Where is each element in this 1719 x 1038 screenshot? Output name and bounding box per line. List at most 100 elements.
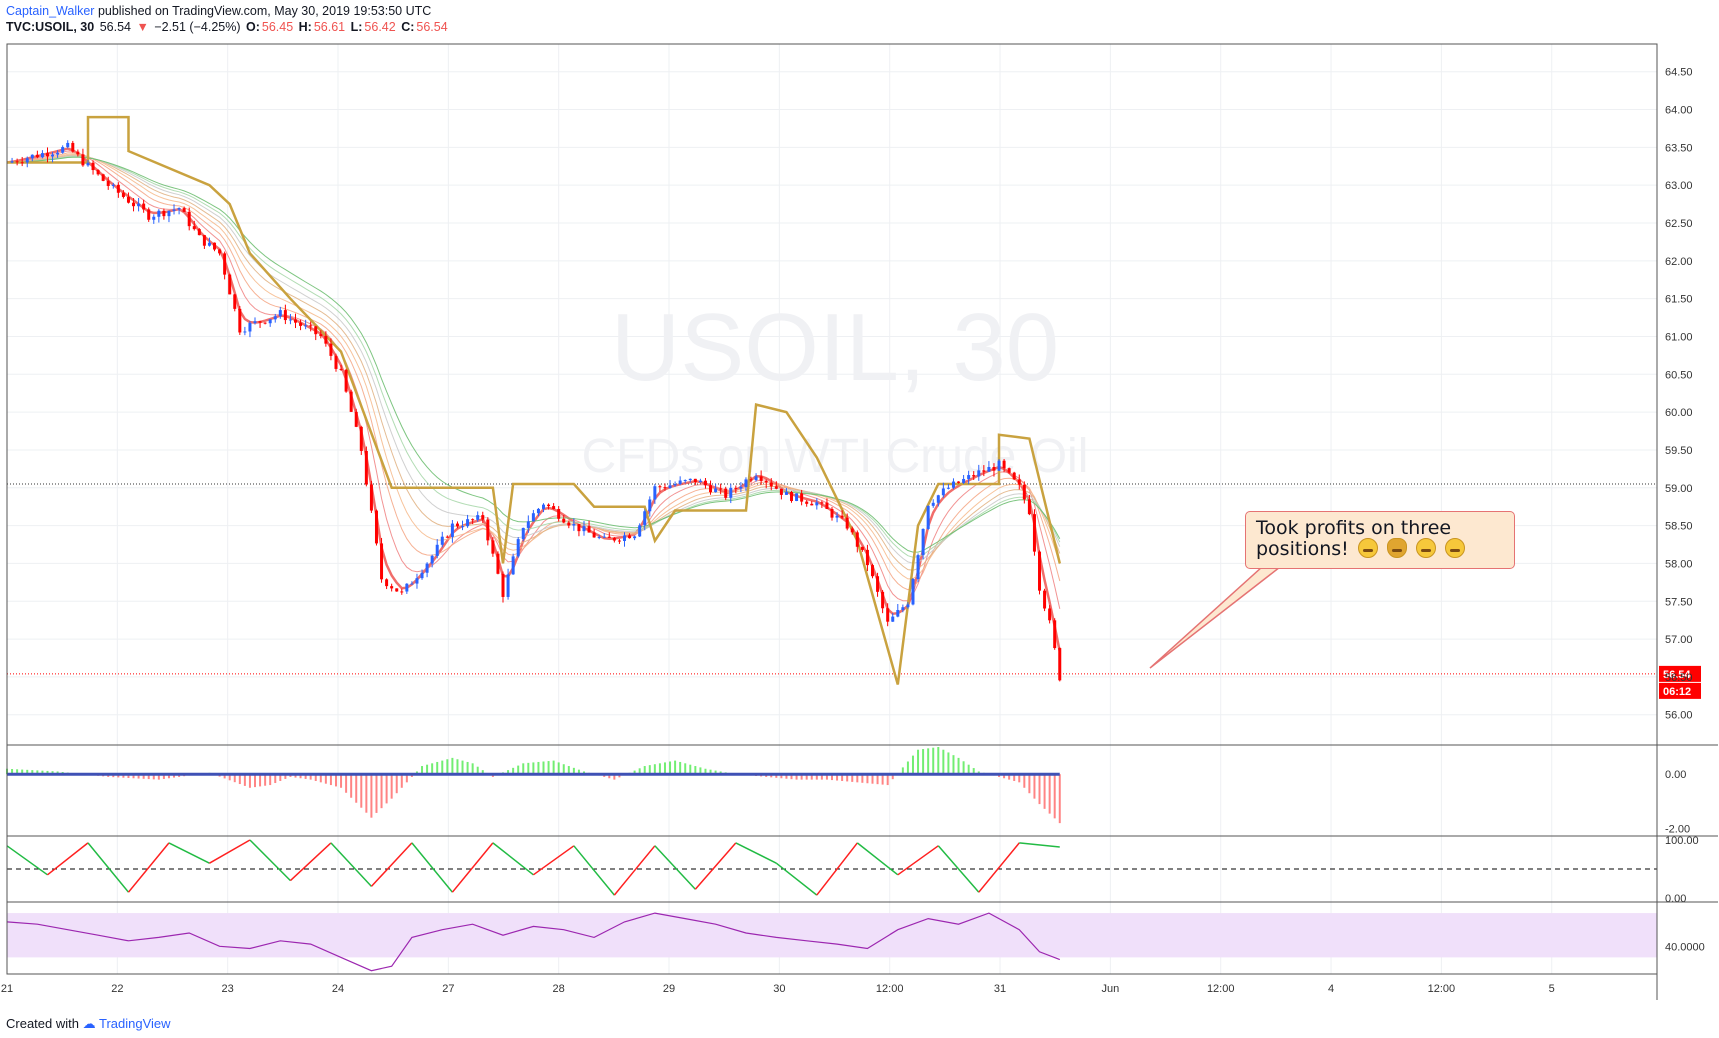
candle-body xyxy=(192,226,196,230)
candle-body xyxy=(653,486,657,500)
stoch-line xyxy=(978,842,1020,893)
stoch-line xyxy=(492,842,534,876)
main-price-pane[interactable]: 56.5406:12 xyxy=(6,115,1701,699)
candle-body xyxy=(997,460,1001,471)
candle-body xyxy=(395,588,399,592)
candle-body xyxy=(364,450,368,485)
candle-body xyxy=(805,501,809,504)
candle-body xyxy=(870,565,874,577)
candle-body xyxy=(516,539,520,557)
candle-body xyxy=(440,536,444,545)
candle-body xyxy=(466,519,470,527)
candle-body xyxy=(825,502,829,509)
candle-body xyxy=(81,154,85,166)
candle-body xyxy=(759,476,763,481)
y-tick-label: 57.50 xyxy=(1665,596,1693,608)
stochastic-pane[interactable]: 100.00 0.00 xyxy=(6,835,1699,905)
stoch-line xyxy=(816,842,858,896)
candle-body xyxy=(886,608,890,622)
y-tick-label: 63.50 xyxy=(1665,142,1693,154)
stoch-line xyxy=(168,842,210,864)
candle-body xyxy=(916,555,920,580)
candle-body xyxy=(142,203,146,210)
candle-body xyxy=(1032,514,1036,552)
candle-body xyxy=(683,480,687,482)
candle-body xyxy=(643,511,647,526)
candle-body xyxy=(66,142,70,148)
candle-body xyxy=(339,368,343,370)
candle-body xyxy=(45,153,49,157)
candle-body xyxy=(967,475,971,479)
stoch-line xyxy=(370,842,413,887)
candle-body xyxy=(324,335,328,344)
y-tick-label: 59.00 xyxy=(1665,483,1693,495)
stoch-line xyxy=(897,845,939,876)
candle-body xyxy=(471,519,475,521)
candle-body xyxy=(354,411,358,427)
rsi-band xyxy=(7,913,1657,958)
candle-body xyxy=(76,151,80,155)
candle-body xyxy=(602,536,606,538)
x-tick-label: 22 xyxy=(111,983,123,995)
y-tick-label: 61.00 xyxy=(1665,331,1693,343)
footer-brand[interactable]: TradingView xyxy=(99,1016,171,1031)
x-tick-label: Jun xyxy=(1101,983,1119,995)
candle-body xyxy=(719,488,723,490)
candle-body xyxy=(1043,590,1047,609)
candle-body xyxy=(668,485,672,489)
candle-body xyxy=(40,153,44,158)
stoch-tick-label: 0.00 xyxy=(1665,893,1686,905)
stoch-line xyxy=(856,842,899,876)
candle-body xyxy=(278,310,282,317)
candle-body xyxy=(116,184,120,193)
candle-body xyxy=(835,515,839,518)
candle-body xyxy=(810,503,814,506)
x-tick-label: 5 xyxy=(1549,983,1555,995)
candle-body xyxy=(790,492,794,501)
candle-body xyxy=(101,174,105,181)
grinning-face-icon xyxy=(1444,538,1465,558)
x-tick-label: 12:00 xyxy=(1428,983,1456,995)
candle-body xyxy=(577,524,581,532)
y-tick-label: 59.50 xyxy=(1665,445,1693,457)
y-tick-label: 62.50 xyxy=(1665,218,1693,230)
rsi-pane[interactable]: 40.0000 xyxy=(6,912,1705,972)
callout-note[interactable]: Took profits on three positions! xyxy=(1245,511,1515,569)
candle-body xyxy=(850,528,854,533)
candle-body xyxy=(1038,551,1042,591)
candle-body xyxy=(941,488,945,496)
candle-body xyxy=(617,540,621,542)
stoch-line xyxy=(613,845,656,896)
candle-body xyxy=(962,478,966,483)
candle-body xyxy=(860,546,864,550)
x-tick-label: 23 xyxy=(222,983,234,995)
candle-body xyxy=(461,526,465,528)
candle-body xyxy=(951,481,955,488)
candle-body xyxy=(283,310,287,321)
candle-body xyxy=(121,192,125,197)
candle-body xyxy=(152,216,156,220)
candle-body xyxy=(385,579,389,587)
candle-body xyxy=(56,152,60,155)
candle-body xyxy=(1053,620,1057,649)
tradingview-logo-icon[interactable]: ☁ xyxy=(83,1016,96,1031)
candle-body xyxy=(622,535,626,541)
y-tick-label: 64.50 xyxy=(1665,67,1693,79)
candle-body xyxy=(1012,472,1016,480)
candle-body xyxy=(20,162,24,164)
candle-body xyxy=(587,526,591,533)
candle-body xyxy=(207,242,211,246)
candle-body xyxy=(506,574,510,597)
candle-body xyxy=(410,583,414,585)
candle-body xyxy=(709,485,713,493)
candle-body xyxy=(607,536,611,538)
candle-body xyxy=(233,294,237,309)
candle-body xyxy=(749,479,753,481)
candle-body xyxy=(855,532,859,547)
candle-body xyxy=(547,504,551,507)
oscillator-pane[interactable]: 0.00 -2.00 xyxy=(6,747,1690,836)
candle-body xyxy=(729,487,733,498)
candle-body xyxy=(400,591,404,593)
candle-body xyxy=(774,486,778,489)
candle-body xyxy=(562,518,566,523)
